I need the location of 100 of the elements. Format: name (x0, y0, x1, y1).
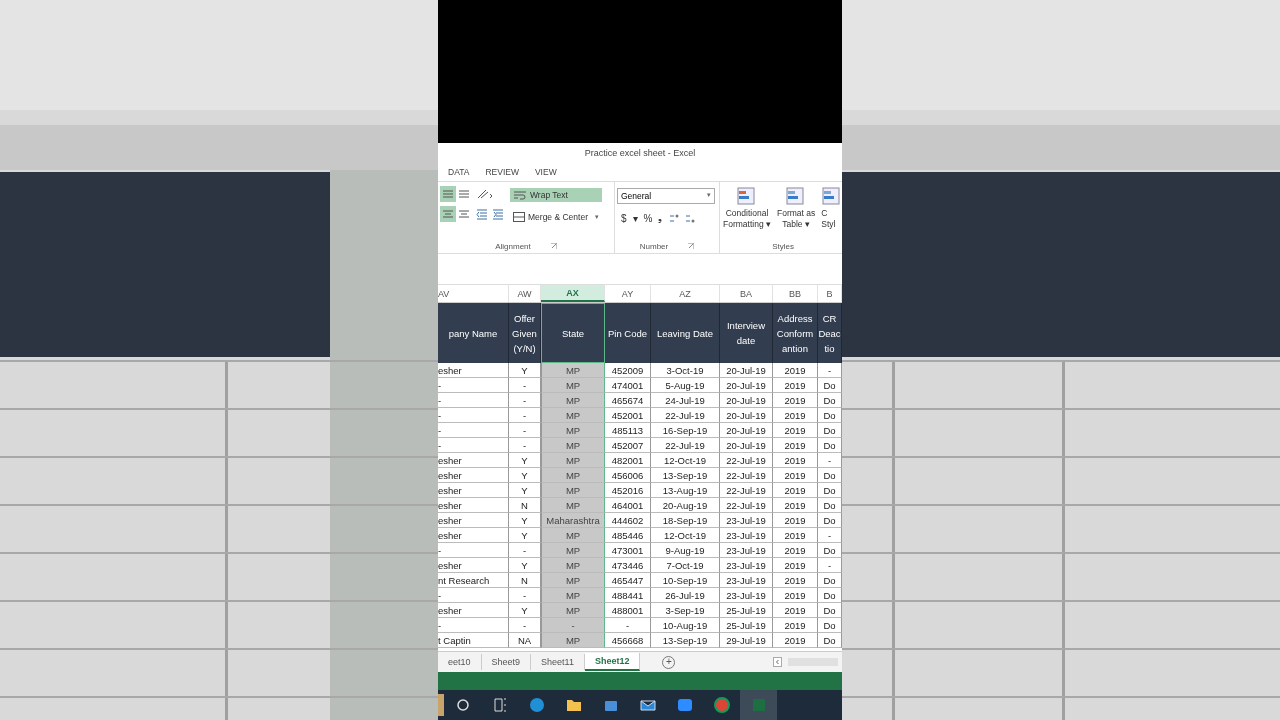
app-thumbnail-icon[interactable] (438, 694, 444, 716)
align-button[interactable] (440, 206, 456, 222)
table-cell: 473446 (605, 558, 651, 573)
table-cell: 24-Jul-19 (651, 393, 720, 408)
ribbon-tab[interactable]: DATA (444, 164, 474, 179)
table-cell: 2019 (773, 423, 818, 438)
table-cell: 464001 (605, 498, 651, 513)
sheet-tab[interactable]: Sheet12 (584, 653, 641, 671)
table-cell: 465674 (605, 393, 651, 408)
table-cell: - (438, 618, 509, 633)
table-cell: esher (438, 528, 509, 543)
table-cell: 10-Aug-19 (651, 618, 720, 633)
table-cell: 13-Aug-19 (651, 483, 720, 498)
table-cell: 482001 (605, 453, 651, 468)
table-cell: 20-Jul-19 (720, 438, 773, 453)
table-cell: MP (541, 528, 605, 543)
wrap-text-button[interactable]: Wrap Text (510, 188, 602, 202)
table-cell: 2019 (773, 513, 818, 528)
table-cell: 456668 (605, 633, 651, 648)
table-cell: esher (438, 558, 509, 573)
column-header[interactable]: BA (720, 285, 773, 302)
column-header[interactable]: AZ (651, 285, 720, 302)
table-cell: 2019 (773, 393, 818, 408)
column-header[interactable]: AX (541, 285, 605, 302)
table-cell: 12-Oct-19 (651, 528, 720, 543)
table-cell: 22-Jul-19 (720, 483, 773, 498)
table-cell: MP (541, 498, 605, 513)
table-cell: 16-Sep-19 (651, 423, 720, 438)
orientation-icon[interactable] (476, 188, 494, 200)
group-label: Alignment (495, 241, 531, 251)
table-cell: esher (438, 363, 509, 378)
table-cell: 2019 (773, 528, 818, 543)
sheet-tab[interactable]: eet10 (438, 654, 482, 670)
window-title: Practice excel sheet - Excel (584, 147, 696, 158)
table-cell: 2019 (773, 633, 818, 648)
ribbon-tab[interactable]: REVIEW (481, 164, 523, 179)
table-cell: 29-Jul-19 (720, 633, 773, 648)
table-cell: esher (438, 603, 509, 618)
styles-button[interactable]: Format as Table ▾ (776, 186, 817, 231)
align-button[interactable] (440, 186, 456, 202)
ribbon-tab[interactable]: VIEW (530, 164, 561, 179)
table-cell: 2019 (773, 363, 818, 378)
table-cell: 20-Jul-19 (720, 363, 773, 378)
lines-icon (442, 189, 454, 199)
table-cell: 23-Jul-19 (720, 558, 773, 573)
table-cell: 465447 (605, 573, 651, 588)
table-cell: nt Research (438, 573, 509, 588)
column-header[interactable]: AY (605, 285, 651, 302)
lines-icon (458, 189, 470, 199)
table-cell: 2019 (773, 468, 818, 483)
table-cell: 473001 (605, 543, 651, 558)
number-button[interactable]: $ (621, 212, 627, 224)
table-cell: 23-Jul-19 (720, 588, 773, 603)
column-header[interactable]: BB (773, 285, 818, 302)
table-cell: 25-Jul-19 (720, 603, 773, 618)
table-cell: 2019 (773, 438, 818, 453)
indent-icon[interactable] (476, 208, 506, 220)
table-cell: t Captin (438, 633, 509, 648)
group-label: Styles (772, 241, 795, 251)
table-cell: 2019 (773, 453, 818, 468)
table-style-icon (821, 186, 842, 208)
table-cell: MP (541, 438, 605, 453)
column-header[interactable]: AV (438, 285, 509, 302)
table-cell: 3-Sep-19 (651, 603, 720, 618)
number-button[interactable]: ❟ (658, 212, 663, 224)
table-cell: - (438, 408, 509, 423)
table-cell: 456006 (605, 468, 651, 483)
table-cell: MP (541, 423, 605, 438)
header-cell: pany Name (438, 303, 509, 363)
table-cell: - (605, 618, 651, 633)
launcher-icon[interactable] (688, 243, 695, 249)
sheet-tab[interactable]: Sheet11 (531, 654, 585, 670)
table-cell: 10-Sep-19 (651, 573, 720, 588)
table-cell: esher (438, 513, 509, 528)
table-cell: Maharashtra (541, 513, 605, 528)
header-cell: State (541, 303, 605, 363)
sheet-tab[interactable]: Sheet9 (481, 654, 532, 670)
launcher-icon[interactable] (550, 243, 557, 249)
table-cell: 22-Jul-19 (651, 408, 720, 423)
table-cell: MP (541, 588, 605, 603)
styles-button[interactable]: Conditional Formatting ▾ (722, 186, 772, 231)
table-cell: 12-Oct-19 (651, 453, 720, 468)
scroll-left-icon[interactable] (773, 657, 782, 667)
lines-icon (458, 209, 470, 219)
table-cell: 20-Jul-19 (720, 393, 773, 408)
number-button[interactable]: % (643, 212, 653, 224)
header-cell: Address Conform antion (773, 303, 818, 363)
table-cell: 23-Jul-19 (720, 543, 773, 558)
table-cell: 2019 (773, 573, 818, 588)
number-button[interactable]: ▾ (632, 212, 638, 224)
table-cell: MP (541, 363, 605, 378)
table-cell: MP (541, 408, 605, 423)
table-cell: 2019 (773, 483, 818, 498)
table-cell: 485113 (605, 423, 651, 438)
table-cell: 23-Jul-19 (720, 513, 773, 528)
table-cell: 20-Jul-19 (720, 378, 773, 393)
styles-button[interactable]: C Styl (820, 186, 842, 231)
merge-icon (513, 212, 525, 222)
table-cell: esher (438, 498, 509, 513)
table-cell: MP (541, 573, 605, 588)
